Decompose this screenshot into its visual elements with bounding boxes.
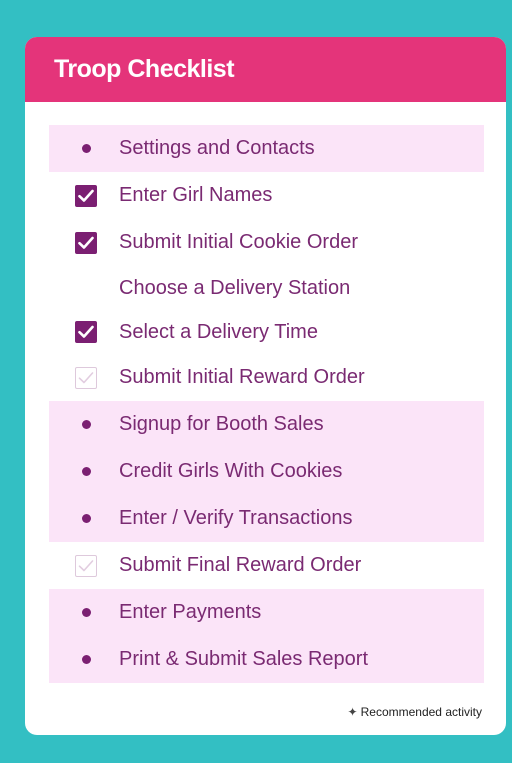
- list-item[interactable]: Print & Submit Sales Report: [49, 636, 484, 683]
- list-item-label: Select a Delivery Time: [119, 320, 318, 343]
- bullet-icon: [75, 602, 97, 624]
- bullet-icon: [75, 508, 97, 530]
- checklist-group: Enter Girl Names Submit Initial Cookie O…: [49, 172, 484, 401]
- list-item-label: Submit Initial Reward Order: [119, 366, 365, 388]
- list-item[interactable]: Credit Girls With Cookies: [49, 448, 484, 495]
- card-title: Troop Checklist: [25, 37, 506, 102]
- list-item[interactable]: Signup for Booth Sales: [49, 401, 484, 448]
- no-marker: [75, 277, 97, 299]
- list-item[interactable]: Enter Payments: [49, 589, 484, 636]
- troop-checklist-card: Troop Checklist Settings and Contacts En…: [25, 37, 506, 735]
- list-item-label: Submit Final Reward Order: [119, 554, 362, 576]
- list-item-label: Settings and Contacts: [119, 137, 315, 159]
- list-item[interactable]: Enter Girl Names: [49, 172, 484, 219]
- list-item-label: Enter Girl Names: [119, 184, 273, 206]
- checkbox-unchecked-icon[interactable]: [75, 366, 97, 389]
- checklist-group: Enter Payments Print & Submit Sales Repo…: [49, 589, 484, 683]
- list-item-label: Print & Submit Sales Report: [119, 648, 368, 670]
- checkbox-unchecked-icon[interactable]: [75, 554, 97, 577]
- list-item-label: Submit Initial Cookie Order: [119, 231, 358, 253]
- checkbox-checked-icon[interactable]: [75, 231, 97, 254]
- list-item-label: Signup for Booth Sales: [119, 413, 324, 435]
- checklist: Settings and Contacts Enter Girl Names S…: [49, 125, 484, 683]
- checklist-group: Settings and Contacts: [49, 125, 484, 172]
- footnote-text: Recommended activity: [360, 705, 482, 719]
- list-item[interactable]: Enter / Verify Transactions: [49, 495, 484, 542]
- recommended-icon: ✦: [347, 705, 358, 719]
- bullet-icon: [75, 649, 97, 671]
- footnote: ✦ Recommended activity: [348, 705, 482, 719]
- list-item[interactable]: Choose a Delivery Station: [49, 266, 484, 310]
- list-item[interactable]: Submit Final Reward Order: [49, 542, 484, 589]
- list-item[interactable]: Settings and Contacts: [49, 125, 484, 172]
- bullet-icon: [75, 461, 97, 483]
- list-item-label: Enter Payments: [119, 601, 262, 623]
- checkbox-checked-icon[interactable]: [75, 321, 97, 343]
- checklist-group: Submit Final Reward Order: [49, 542, 484, 589]
- list-item[interactable]: Select a Delivery Time: [49, 310, 484, 354]
- list-item[interactable]: Submit Initial Cookie Order: [49, 219, 484, 266]
- list-item[interactable]: Submit Initial Reward Order: [49, 354, 484, 401]
- list-item-label: Choose a Delivery Station: [119, 276, 351, 299]
- bullet-icon: [75, 414, 97, 436]
- list-item-label: Enter / Verify Transactions: [119, 507, 353, 529]
- checklist-group: Signup for Booth Sales Credit Girls With…: [49, 401, 484, 542]
- checkbox-checked-icon[interactable]: [75, 184, 97, 207]
- bullet-icon: [75, 138, 97, 160]
- list-item-label: Credit Girls With Cookies: [119, 460, 343, 482]
